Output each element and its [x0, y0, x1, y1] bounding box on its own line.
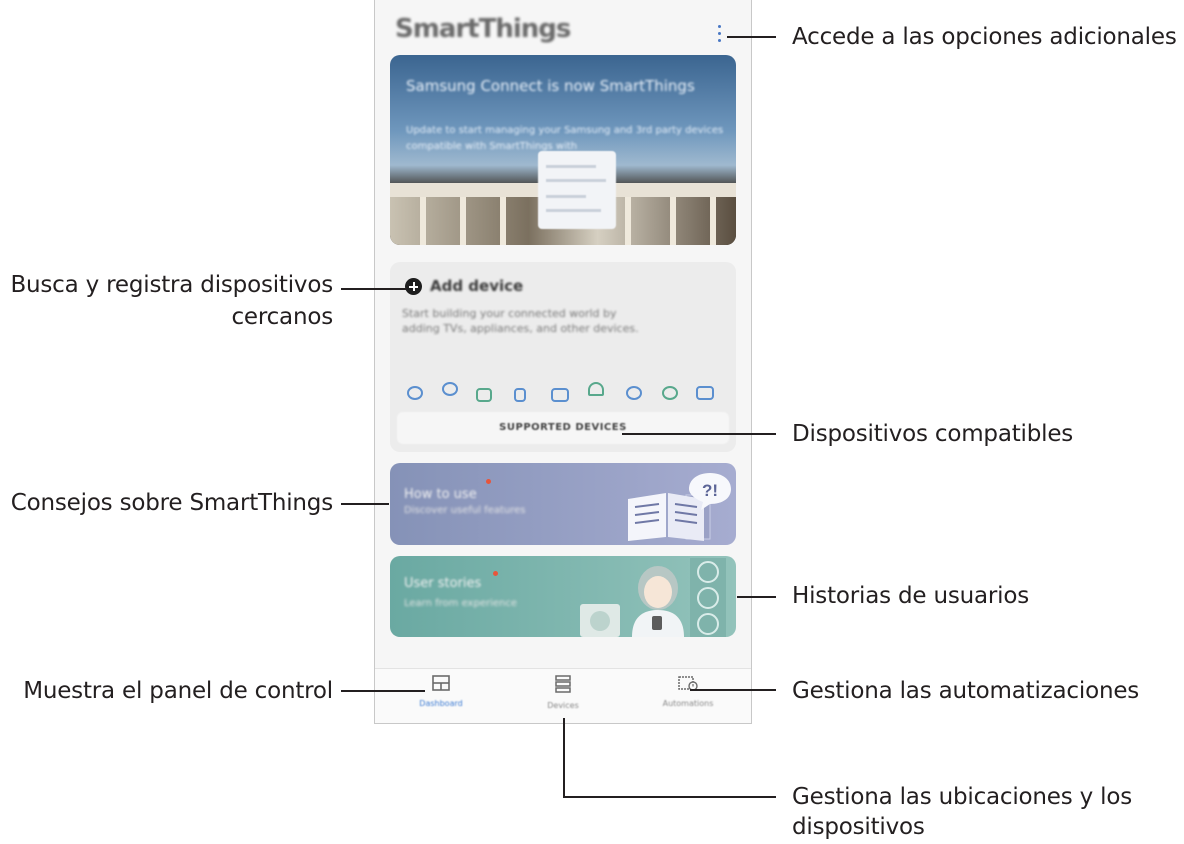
bottom-navigation: Dashboard Devices Automations: [375, 668, 751, 723]
tab-devices[interactable]: Devices: [533, 675, 593, 710]
question-bubble-icon: ?!: [689, 473, 731, 510]
callout-automations: Gestiona las automatizaciones: [792, 678, 1140, 704]
add-device-subtitle: Start building your connected world by a…: [402, 307, 639, 335]
callout-line-dashboard: [341, 690, 425, 692]
svg-text:?!: ?!: [702, 481, 718, 500]
user-stories-subtitle: Learn from experience: [404, 598, 518, 609]
callout-line-add-device: [341, 288, 407, 290]
new-badge: [493, 571, 498, 576]
devices-icon: [555, 675, 571, 693]
how-to-use-subtitle: Discover useful features: [404, 505, 526, 516]
callout-line-devices: [563, 796, 776, 798]
how-to-use-card[interactable]: How to use Discover useful features ?!: [390, 463, 736, 545]
callout-line-supported: [622, 433, 776, 435]
supported-devices-button[interactable]: SUPPORTED DEVICES: [397, 412, 729, 444]
callout-line-automations: [690, 689, 776, 691]
callout-devices-line2: dispositivos: [792, 814, 925, 840]
callout-more-options: Accede a las opciones adicionales: [792, 24, 1177, 50]
tab-dashboard-label: Dashboard: [419, 699, 463, 708]
how-to-use-title: How to use: [404, 487, 477, 502]
callout-user-stories: Historias de usuarios: [792, 583, 1029, 609]
callout-supported-devices: Dispositivos compatibles: [792, 421, 1074, 447]
phone-screen: SmartThings Samsung Connect is now Smart…: [374, 0, 752, 724]
callout-tips: Consejos sobre SmartThings: [10, 490, 333, 516]
tab-devices-label: Devices: [547, 701, 579, 710]
tab-automations[interactable]: Automations: [653, 675, 723, 708]
banner-title: Samsung Connect is now SmartThings: [406, 77, 695, 95]
more-options-icon[interactable]: [718, 25, 722, 45]
add-icon[interactable]: [405, 278, 422, 295]
callout-line-more-options: [727, 36, 776, 38]
callout-line-devices-vertical: [563, 718, 565, 798]
tab-automations-label: Automations: [662, 699, 714, 708]
callout-line-stories: [737, 596, 776, 598]
promo-banner[interactable]: Samsung Connect is now SmartThings Updat…: [390, 55, 736, 245]
user-stories-title: User stories: [404, 576, 482, 591]
add-device-title: Add device: [430, 277, 524, 295]
user-stories-card[interactable]: User stories Learn from experience: [390, 556, 736, 637]
device-panel-image: [538, 151, 616, 229]
callout-dashboard: Muestra el panel de control: [23, 678, 333, 704]
callout-line-tips: [341, 503, 389, 505]
add-device-card[interactable]: Add device Start building your connected…: [390, 262, 736, 452]
callout-devices-line1: Gestiona las ubicaciones y los: [792, 784, 1132, 810]
dashboard-icon: [432, 675, 450, 691]
callout-add-device-line2: cercanos: [231, 304, 333, 330]
new-badge: [486, 479, 491, 484]
callout-add-device-line1: Busca y registra dispositivos: [10, 272, 333, 298]
app-title: SmartThings: [395, 14, 571, 44]
user-illustration: [580, 558, 726, 637]
